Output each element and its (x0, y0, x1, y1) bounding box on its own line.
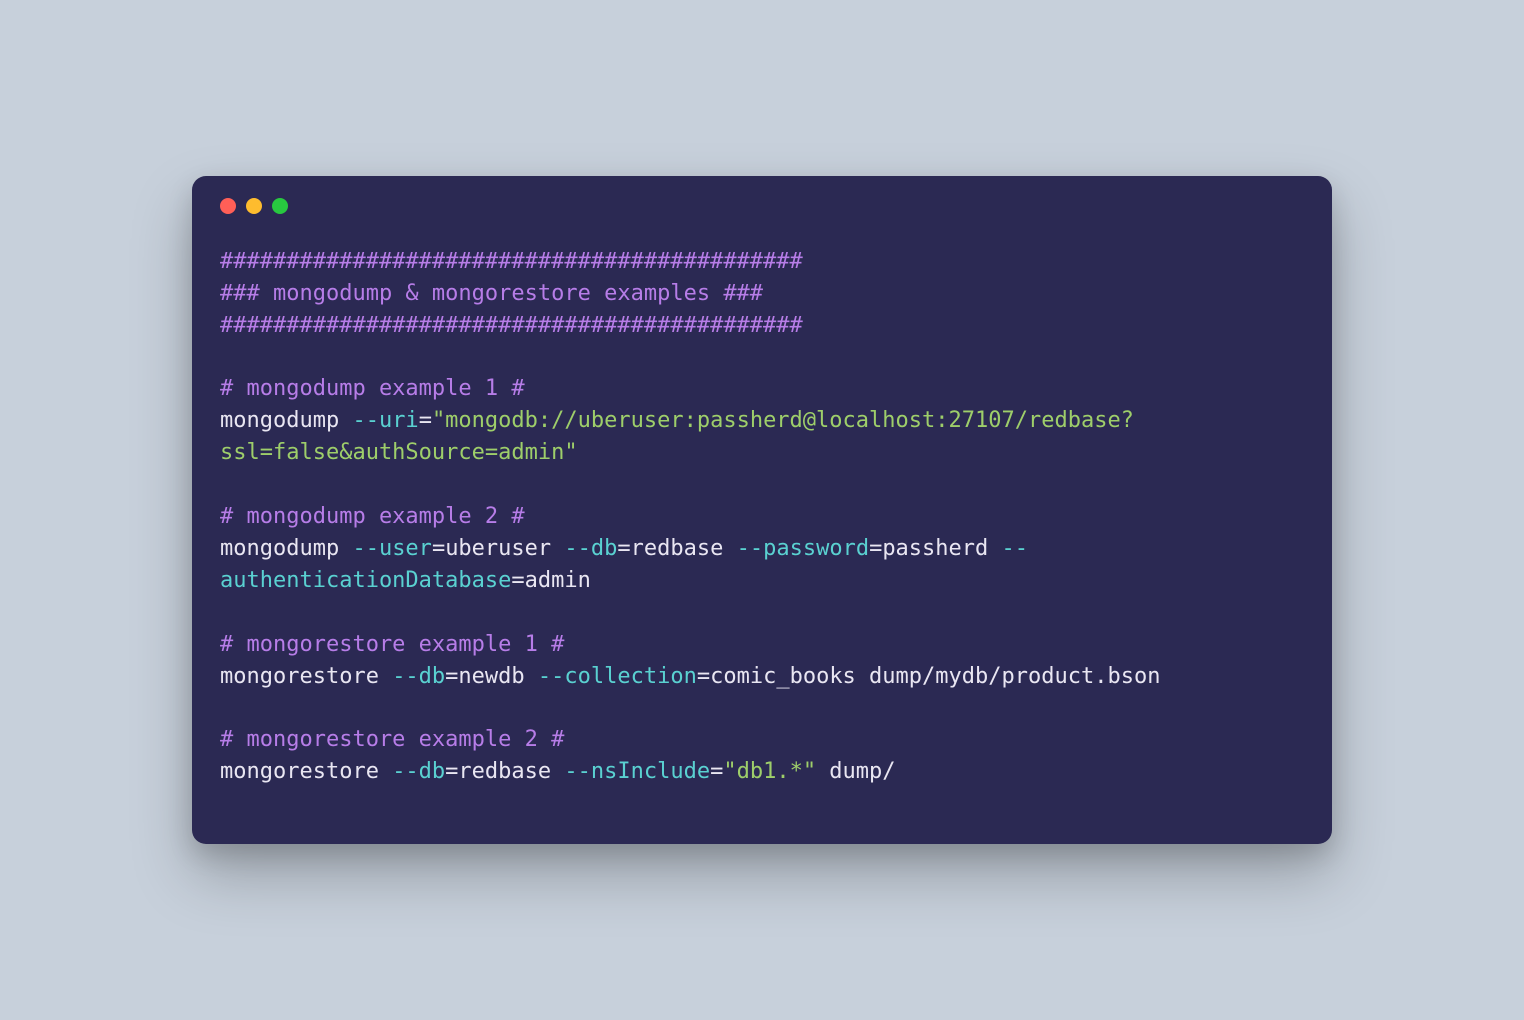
operator-text: = (432, 536, 445, 561)
flag-text: --nsInclude (564, 759, 710, 784)
string-text: "db1.*" (723, 759, 816, 784)
terminal-window: ########################################… (192, 176, 1332, 844)
operator-text: = (445, 664, 458, 689)
maximize-icon[interactable] (272, 198, 288, 214)
value-text: redbase (631, 536, 737, 561)
operator-text: = (419, 408, 432, 433)
operator-text: = (445, 759, 458, 784)
value-text: redbase (458, 759, 564, 784)
value-text: passherd (882, 536, 1001, 561)
comment-line: # mongodump example 1 # (220, 376, 525, 401)
operator-text: = (710, 759, 723, 784)
comment-line: # mongorestore example 2 # (220, 727, 564, 752)
flag-text: --password (737, 536, 869, 561)
value-text: dump/ (816, 759, 895, 784)
operator-text: = (511, 568, 524, 593)
value-text: uberuser (445, 536, 564, 561)
code-block: ########################################… (192, 222, 1332, 844)
value-text: comic_books dump/mydb/product.bson (710, 664, 1160, 689)
flag-text: --db (392, 664, 445, 689)
command-text: mongodump (220, 536, 352, 561)
minimize-icon[interactable] (246, 198, 262, 214)
close-icon[interactable] (220, 198, 236, 214)
comment-line: # mongorestore example 1 # (220, 632, 564, 657)
value-text: newdb (458, 664, 537, 689)
comment-line: ########################################… (220, 249, 803, 274)
flag-text: --user (352, 536, 431, 561)
flag-text: --db (564, 536, 617, 561)
flag-text: --db (392, 759, 445, 784)
value-text: admin (525, 568, 591, 593)
window-titlebar (192, 176, 1332, 222)
operator-text: = (697, 664, 710, 689)
operator-text: = (869, 536, 882, 561)
command-text: mongorestore (220, 664, 392, 689)
flag-text: --uri (352, 408, 418, 433)
comment-line: ### mongodump & mongorestore examples ##… (220, 281, 763, 306)
comment-line: ########################################… (220, 313, 803, 338)
operator-text: = (617, 536, 630, 561)
command-text: mongorestore (220, 759, 392, 784)
comment-line: # mongodump example 2 # (220, 504, 525, 529)
command-text: mongodump (220, 408, 352, 433)
flag-text: --collection (538, 664, 697, 689)
